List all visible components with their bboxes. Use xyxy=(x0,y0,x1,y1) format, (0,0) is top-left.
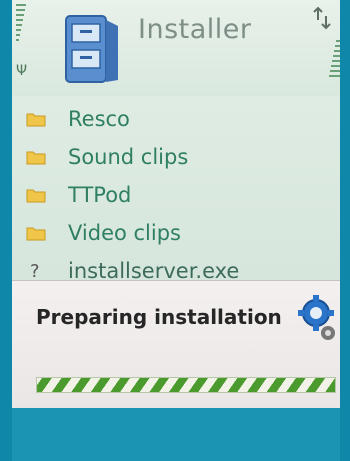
header: Ψ Installer xyxy=(12,0,340,96)
installer-screen: Ψ Installer Resco Sound clips TTPod Vide… xyxy=(0,0,350,461)
folder-icon xyxy=(26,113,46,127)
data-transfer-icon xyxy=(312,6,338,32)
list-item-label: TTPod xyxy=(68,183,132,207)
left-edge xyxy=(0,0,12,461)
folder-icon xyxy=(26,227,46,241)
list-item-label: installserver.exe xyxy=(68,259,240,280)
progress-bar xyxy=(36,377,336,393)
list-item[interactable]: ? installserver.exe xyxy=(12,252,340,280)
battery-icon xyxy=(324,40,340,90)
softkey-bar xyxy=(12,408,340,461)
folder-icon xyxy=(26,189,46,203)
installer-icon xyxy=(65,15,118,83)
antenna-icon: Ψ xyxy=(16,63,28,79)
dialog-message: Preparing installation xyxy=(36,305,282,329)
list-item[interactable]: Sound clips xyxy=(12,138,340,176)
unknown-file-icon: ? xyxy=(30,260,40,281)
list-item-label: Video clips xyxy=(68,221,181,245)
page-title: Installer xyxy=(138,14,252,45)
list-item[interactable]: Video clips xyxy=(12,214,340,252)
list-item-label: Sound clips xyxy=(68,145,189,169)
right-edge xyxy=(340,0,350,461)
progress-dialog: Preparing installation xyxy=(12,280,340,409)
file-list: Resco Sound clips TTPod Video clips ? in… xyxy=(12,96,340,280)
gear-icon xyxy=(298,295,335,340)
list-item[interactable]: TTPod xyxy=(12,176,340,214)
list-item-label: Resco xyxy=(68,107,130,131)
folder-icon xyxy=(26,151,46,165)
signal-strength-icon xyxy=(16,4,26,60)
list-item[interactable]: Resco xyxy=(12,100,340,138)
